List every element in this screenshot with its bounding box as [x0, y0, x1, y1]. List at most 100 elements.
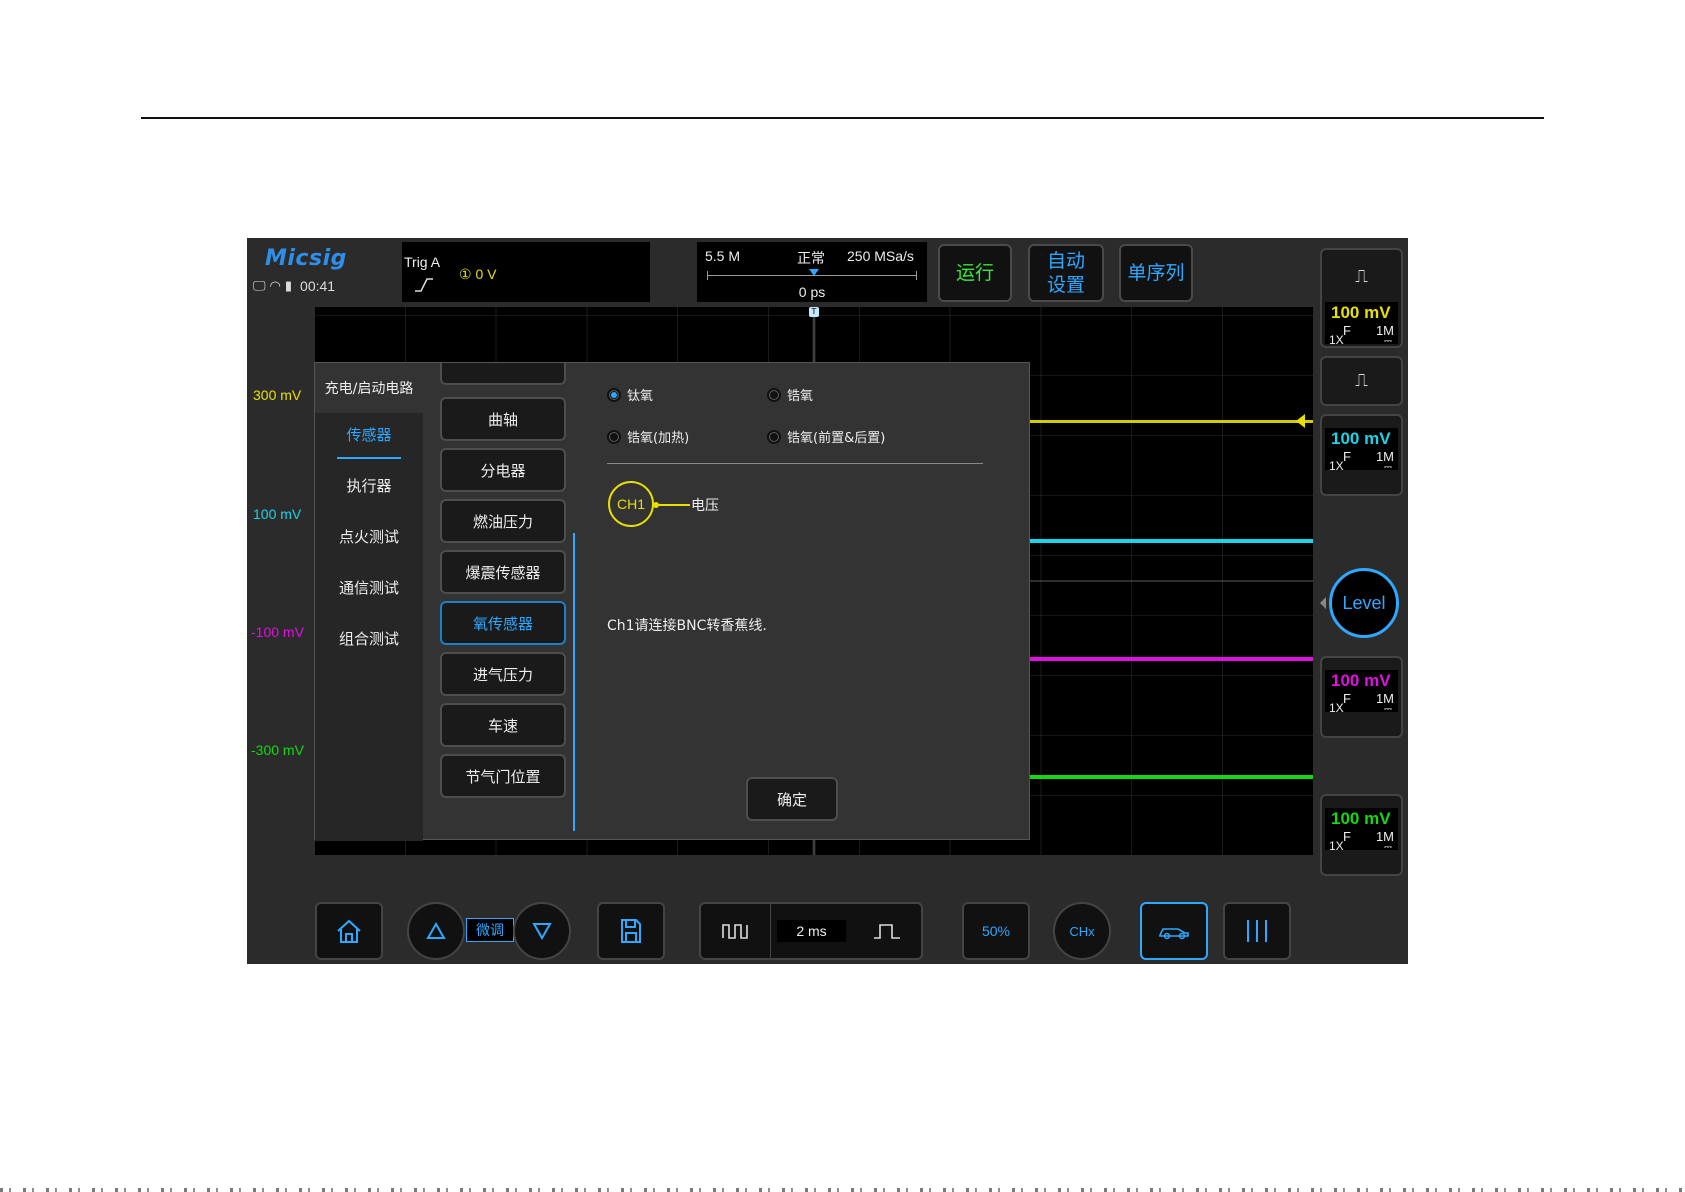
- save-icon: [621, 919, 641, 943]
- timebase-panel[interactable]: 5.5 M 正常 250 MSa/s 0 ps: [697, 242, 927, 302]
- acquire-mode: 正常: [797, 250, 825, 266]
- category-item-actuator[interactable]: 执行器: [315, 460, 423, 510]
- category-item-sensor[interactable]: 传感器: [315, 409, 423, 459]
- dc-coupling-icon: ⎓: [1384, 336, 1392, 347]
- micsig-logo: Micsig: [265, 246, 347, 271]
- ch1-signal-label: 电压: [691, 498, 719, 514]
- sensor-item-throttle[interactable]: 节气门位置: [440, 754, 566, 798]
- confirm-button[interactable]: 确定: [746, 777, 838, 821]
- sensor-item-crankshaft[interactable]: 曲轴: [440, 397, 566, 441]
- status-bar: 🖵 ◠ ▮ 00:41: [253, 278, 335, 294]
- pulse-icon: ⎍: [1355, 266, 1368, 287]
- trigger-fifty-percent-button[interactable]: 50%: [962, 902, 1030, 960]
- category-item-communication[interactable]: 通信测试: [315, 562, 423, 612]
- ch2-card[interactable]: 100 mV F 1M 1X ⎓: [1320, 414, 1403, 496]
- top-rule: [141, 117, 1544, 119]
- wifi-icon: ◠: [269, 278, 281, 294]
- sensor-item-knock[interactable]: 爆震传感器: [440, 550, 566, 594]
- battery-icon: ▮: [284, 278, 293, 294]
- sensor-item-fuel-pressure[interactable]: 燃油压力: [440, 499, 566, 543]
- voltage-label-3: -100 mV: [251, 624, 304, 640]
- option-zirconia[interactable]: 锆氧: [767, 385, 813, 404]
- square-wave-dense-icon: [721, 924, 748, 939]
- bottom-rule: [0, 1188, 1685, 1192]
- category-item-charging[interactable]: 充电/启动电路: [315, 363, 423, 413]
- channel-select-button[interactable]: CHx: [1053, 902, 1111, 960]
- ch2-scale: 100 mV: [1331, 429, 1391, 448]
- sensor-item-oxygen[interactable]: 氧传感器: [440, 601, 566, 645]
- square-wave-wide-icon: [873, 924, 900, 939]
- monitor-icon: 🖵: [253, 278, 266, 294]
- auto-setup-button[interactable]: 自动 设置: [1028, 244, 1104, 302]
- sensor-item-intake-pressure[interactable]: 进气压力: [440, 652, 566, 696]
- ch2-pulse-card[interactable]: ⎍: [1320, 356, 1403, 406]
- timebase-decrease-button[interactable]: [701, 904, 771, 958]
- ch3-scale: 100 mV: [1331, 671, 1391, 690]
- voltage-label-4: -300 mV: [251, 742, 304, 758]
- ch1-coupling: F: [1343, 323, 1351, 338]
- memory-depth: 5.5 M: [705, 248, 741, 264]
- trigger-panel[interactable]: Trig A ① 0 V: [402, 242, 650, 302]
- option-label: 锆氧(加热): [627, 431, 690, 446]
- auto-setup-line1: 自动: [1046, 250, 1085, 272]
- ch1-connector-badge: CH1: [608, 481, 654, 527]
- fine-adjust-label[interactable]: 微调: [466, 918, 514, 942]
- trigger-level: ① 0 V: [459, 266, 497, 282]
- level-button[interactable]: Level: [1329, 568, 1399, 638]
- ch1-probe: 1X: [1329, 333, 1344, 347]
- dc-coupling-icon: ⎓: [1384, 462, 1392, 473]
- ch4-card[interactable]: 100 mV F 1M 1X ⎓: [1320, 794, 1403, 876]
- ch2-info: 100 mV F 1M 1X ⎓: [1325, 428, 1398, 473]
- ch1-scale: 100 mV: [1331, 303, 1391, 322]
- category-item-combined[interactable]: 组合测试: [315, 613, 423, 663]
- sensor-item-vehicle-speed[interactable]: 车速: [440, 703, 566, 747]
- timebase-control[interactable]: 2 ms: [699, 902, 923, 960]
- pulse-icon: ⎍: [1355, 370, 1368, 391]
- ch4-coupling: F: [1343, 829, 1351, 844]
- ch1-connector-line: [653, 502, 690, 508]
- sensor-list[interactable]: 曲轴 分电器 燃油压力 爆震传感器 氧传感器 进气压力 车速 节气门位置: [423, 363, 579, 841]
- option-zirconia-front-rear[interactable]: 锆氧(前置&后置): [767, 427, 885, 446]
- radio-checked-icon: [607, 387, 621, 402]
- oscilloscope-window: Micsig 🖵 ◠ ▮ 00:41 Trig A ① 0 V 5.5 M 正常…: [247, 238, 1408, 964]
- ch3-probe: 1X: [1329, 701, 1344, 715]
- ch4-probe: 1X: [1329, 839, 1344, 853]
- timebase-increase-button[interactable]: [852, 904, 921, 958]
- trigger-position-icon[interactable]: T: [809, 307, 819, 317]
- single-sequence-button[interactable]: 单序列: [1119, 244, 1193, 302]
- dc-coupling-icon: ⎓: [1384, 704, 1392, 715]
- fine-down-button[interactable]: [513, 902, 571, 960]
- option-zirconia-heated[interactable]: 锆氧(加热): [607, 427, 689, 446]
- trigger-level-arrow-icon[interactable]: [1296, 414, 1305, 428]
- sample-rate: 250 MSa/s: [847, 248, 914, 264]
- car-icon: [1159, 928, 1189, 940]
- category-item-ignition[interactable]: 点火测试: [315, 511, 423, 561]
- sensor-item-partial[interactable]: [440, 363, 566, 385]
- automotive-mode-button[interactable]: [1140, 902, 1208, 960]
- cursor-button[interactable]: [1223, 902, 1291, 960]
- level-arrow-icon: [1320, 597, 1326, 609]
- option-label: 锆氧(前置&后置): [787, 431, 886, 446]
- ch2-coupling: F: [1343, 449, 1351, 464]
- voltage-label-1: 300 mV: [253, 387, 302, 403]
- timebase-value: 2 ms: [777, 920, 846, 942]
- auto-setup-line2: 设置: [1046, 274, 1085, 296]
- sensor-list-scrollbar[interactable]: [573, 533, 575, 831]
- dc-coupling-icon: ⎓: [1384, 842, 1392, 853]
- triangle-up-icon: [426, 922, 446, 939]
- option-titanium[interactable]: 钛氧: [607, 385, 653, 404]
- home-button[interactable]: [315, 902, 383, 960]
- ch3-info: 100 mV F 1M 1X ⎓: [1325, 670, 1398, 715]
- ch1-info: 100 mV F 1M 1X ⎓: [1325, 302, 1398, 347]
- ch3-card[interactable]: 100 mV F 1M 1X ⎓: [1320, 656, 1403, 738]
- ch1-card[interactable]: ⎍ 100 mV F 1M 1X ⎓: [1320, 248, 1403, 348]
- save-button[interactable]: [597, 902, 665, 960]
- category-sidebar: 充电/启动电路 传感器 执行器 点火测试 通信测试 组合测试: [315, 363, 423, 841]
- radio-unchecked-icon: [767, 429, 781, 444]
- divider: [607, 463, 983, 464]
- fine-up-button[interactable]: [407, 902, 465, 960]
- horizontal-position: 0 ps: [798, 284, 826, 300]
- ch4-info: 100 mV F 1M 1X ⎓: [1325, 808, 1398, 853]
- sensor-item-distributor[interactable]: 分电器: [440, 448, 566, 492]
- run-button[interactable]: 运行: [938, 244, 1012, 302]
